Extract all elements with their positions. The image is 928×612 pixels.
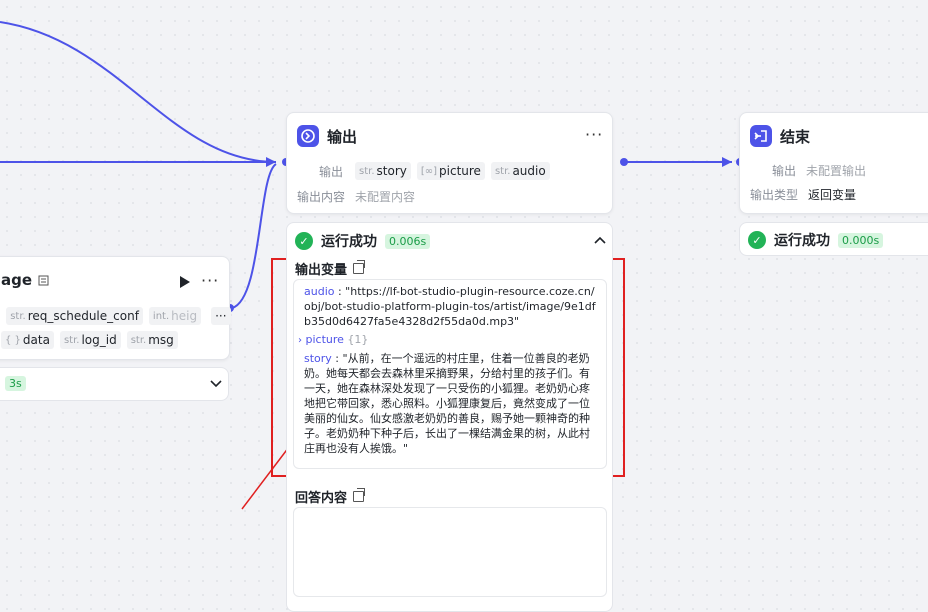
check-circle-icon: ✓ <box>748 231 766 249</box>
picture-count: {1} <box>347 333 368 346</box>
output-node-output-port[interactable] <box>620 158 628 166</box>
output-tag-req-schedule-conf: str.req_schedule_conf <box>6 307 143 325</box>
end-node-title: 结束 <box>780 126 810 147</box>
end-node[interactable]: 结束 输出 未配置输出 输出类型 返回变量 <box>739 112 928 214</box>
output-tag-audio: str.audio <box>491 162 550 180</box>
chevron-down-icon[interactable] <box>210 380 222 388</box>
image-node-badge-icon <box>38 275 49 286</box>
chevron-right-icon[interactable]: › <box>298 335 302 346</box>
audio-key: audio <box>304 285 334 298</box>
output-node[interactable]: 输出 ··· 输出 str.story [∞]picture str.audio… <box>286 112 613 214</box>
image-node-status[interactable]: 3s <box>0 367 229 401</box>
picture-key: picture <box>306 333 344 346</box>
output-node-result-panel: ✓ 运行成功 0.006s 输出变量 audio : "https://lf-b… <box>286 222 613 612</box>
picture-entry[interactable]: › picture {1} <box>298 332 596 348</box>
answer-content-box <box>293 507 607 597</box>
status-text: 运行成功 <box>774 230 830 250</box>
status-text: 运行成功 <box>321 231 377 251</box>
output-tag-log-id: str.log_id <box>60 331 121 349</box>
answer-content-title: 回答内容 <box>295 487 347 506</box>
audio-entry: audio : "https://lf-bot-studio-plugin-re… <box>304 284 596 329</box>
copy-icon[interactable] <box>353 263 364 274</box>
more-icon[interactable]: ··· <box>585 125 603 144</box>
run-time-badge: 0.006s <box>385 234 430 249</box>
output-variables-title: 输出变量 <box>295 259 347 278</box>
run-time-badge: 0.000s <box>838 233 883 248</box>
check-circle-icon: ✓ <box>295 232 313 250</box>
copy-icon[interactable] <box>353 491 364 502</box>
output-type-label: 输出类型 <box>750 186 798 203</box>
chevron-up-icon[interactable] <box>594 236 606 244</box>
run-icon[interactable] <box>179 276 191 288</box>
output-label: 输出 <box>319 163 343 180</box>
edge-top-to-output <box>0 22 276 162</box>
end-node-icon <box>750 125 772 147</box>
output-tag-heig: int.heig <box>149 307 201 325</box>
run-time-badge: 3s <box>5 376 26 391</box>
overflow-tag[interactable]: ··· <box>211 307 230 325</box>
image-node-title: age <box>1 271 32 289</box>
output-tag-story: str.story <box>355 162 411 180</box>
more-icon[interactable]: ··· <box>201 271 219 290</box>
output-tag-picture: [∞]picture <box>417 162 485 180</box>
output-node-title: 输出 <box>327 126 357 147</box>
output-tag-msg: str.msg <box>127 331 178 349</box>
end-output-value: 未配置输出 <box>806 162 866 179</box>
edge-image-to-output <box>232 164 276 308</box>
output-tag-data: { }data <box>1 331 54 349</box>
end-output-label: 输出 <box>772 162 796 179</box>
story-value: : "从前，在一个遥远的村庄里，住着一位善良的老奶奶。她每天都会去森林里采摘野果… <box>304 352 590 455</box>
audio-value: : "https://lf-bot-studio-plugin-resource… <box>304 285 596 328</box>
image-node[interactable]: age ··· · str.req_schedule_conf int.heig… <box>0 256 230 360</box>
story-key: story <box>304 352 332 365</box>
edge-arrowhead <box>722 157 732 167</box>
output-type-value: 返回变量 <box>808 186 856 203</box>
end-node-status[interactable]: ✓ 运行成功 0.000s <box>739 222 928 256</box>
content-value: 未配置内容 <box>355 188 415 205</box>
output-node-icon <box>297 125 319 147</box>
story-entry: story : "从前，在一个遥远的村庄里，住着一位善良的老奶奶。她每天都会去森… <box>304 351 596 456</box>
content-label: 输出内容 <box>297 188 345 205</box>
output-variables-box: audio : "https://lf-bot-studio-plugin-re… <box>293 279 607 469</box>
